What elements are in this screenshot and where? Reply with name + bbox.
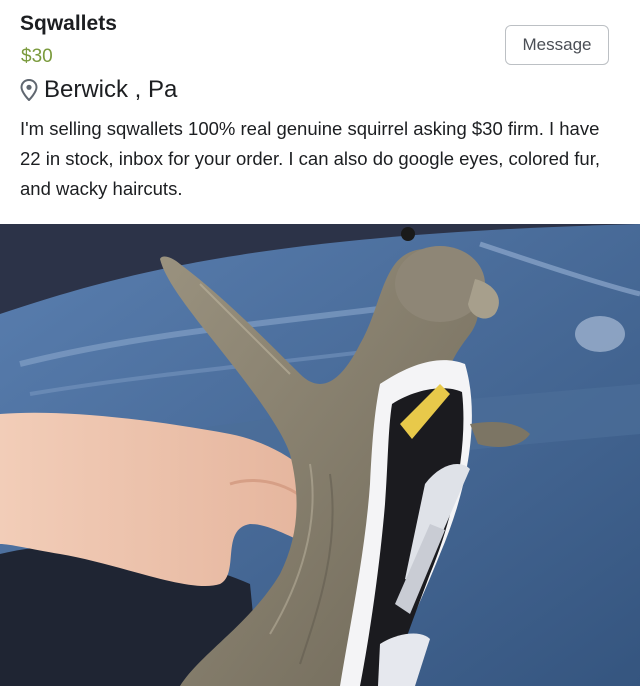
listing-description: I'm selling sqwallets 100% real genuine … xyxy=(20,118,601,199)
listing-price: $30 xyxy=(21,46,53,67)
listing-title: Sqwallets xyxy=(20,12,117,35)
marketplace-listing: Sqwallets $30 Message Berwick , Pa I'm s… xyxy=(0,0,640,686)
location-text: Berwick , Pa xyxy=(44,76,178,103)
listing-location: Berwick , Pa xyxy=(20,76,177,104)
squirrel-wallet-photo xyxy=(0,224,640,686)
listing-photo[interactable] xyxy=(0,224,640,686)
map-pin-icon xyxy=(20,79,38,101)
message-button[interactable]: Message xyxy=(505,25,609,65)
listing-header: Sqwallets $30 Message Berwick , Pa I'm s… xyxy=(0,0,640,222)
